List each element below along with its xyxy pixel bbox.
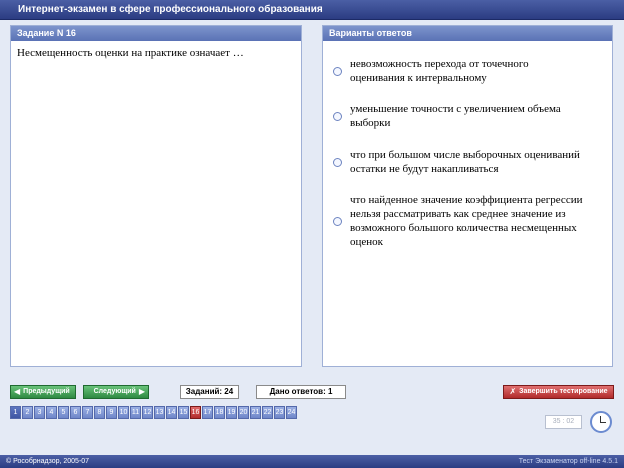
- answers-given-count: Дано ответов: 1: [256, 385, 346, 399]
- answer-option-4[interactable]: что найденное значение коэффициента регр…: [333, 193, 605, 249]
- page-item-22[interactable]: 22: [262, 406, 273, 419]
- answers-heading: Варианты ответов: [323, 26, 612, 41]
- page-item-24[interactable]: 24: [286, 406, 297, 419]
- question-text: Несмещенность оценки на практике означае…: [17, 47, 244, 59]
- answer-text: уменьшение точности с увеличением объема…: [350, 103, 561, 129]
- answer-option-3[interactable]: что при большом числе выборочных оценива…: [333, 148, 605, 176]
- arrow-right-icon: ▶: [138, 387, 145, 396]
- answer-text: что найденное значение коэффициента регр…: [350, 194, 583, 248]
- prev-button[interactable]: ◀ Предыдущий: [10, 385, 76, 399]
- radio-button[interactable]: [333, 111, 342, 121]
- page-item-21[interactable]: 21: [250, 406, 261, 419]
- answer-text: невозможность перехода от точечного оцен…: [350, 58, 529, 84]
- question-panel: Задание N 16 Несмещенность оценки на пра…: [10, 25, 302, 367]
- next-button[interactable]: Следующий ▶: [83, 385, 149, 399]
- page-item-12[interactable]: 12: [142, 406, 153, 419]
- answer-option-1[interactable]: невозможность перехода от точечного оцен…: [333, 57, 605, 85]
- page-item-18[interactable]: 18: [214, 406, 225, 419]
- footer: © Рособрнадзор, 2005-07 Тест Экзаменатор…: [0, 455, 624, 468]
- page-item-20[interactable]: 20: [238, 406, 249, 419]
- radio-button[interactable]: [333, 66, 342, 76]
- question-heading: Задание N 16: [11, 26, 301, 41]
- timer-display: 35 : 02: [545, 415, 582, 429]
- page-item-9[interactable]: 9: [106, 406, 117, 419]
- answer-option-2[interactable]: уменьшение точности с увеличением объема…: [333, 102, 605, 130]
- arrow-left-icon: ◀: [14, 387, 21, 396]
- radio-button[interactable]: [333, 157, 342, 167]
- page-item-16[interactable]: 16: [190, 406, 201, 419]
- page-item-23[interactable]: 23: [274, 406, 285, 419]
- finish-test-button[interactable]: ✗ Завершить тестирование: [503, 385, 614, 399]
- window-title: Интернет-экзамен в сфере профессионально…: [0, 0, 624, 20]
- page-item-5[interactable]: 5: [58, 406, 69, 419]
- page-item-3[interactable]: 3: [34, 406, 45, 419]
- page-item-11[interactable]: 11: [130, 406, 141, 419]
- page-item-2[interactable]: 2: [22, 406, 33, 419]
- page-item-13[interactable]: 13: [154, 406, 165, 419]
- tasks-count: Заданий: 24: [180, 385, 239, 399]
- page-item-17[interactable]: 17: [202, 406, 213, 419]
- version-text: Тест Экзаменатор off-line 4.5.1: [518, 458, 618, 465]
- question-pagination: 1 2 3 4 5 6 7 8 9 10 11 12 13 14 15 16 17 18 19 20 21 22 23 24: [10, 406, 298, 419]
- answers-panel: Варианты ответов невозможность перехода …: [322, 25, 613, 367]
- page-item-8[interactable]: 8: [94, 406, 105, 419]
- page-item-7[interactable]: 7: [82, 406, 93, 419]
- radio-button[interactable]: [333, 216, 342, 226]
- page-item-4[interactable]: 4: [46, 406, 57, 419]
- page-item-19[interactable]: 19: [226, 406, 237, 419]
- clock-icon: [590, 411, 612, 433]
- page-item-10[interactable]: 10: [118, 406, 129, 419]
- answer-text: что при большом числе выборочных оценива…: [350, 149, 580, 175]
- page-item-6[interactable]: 6: [70, 406, 81, 419]
- copyright-text: © Рособрнадзор, 2005-07: [6, 458, 90, 465]
- page-item-1[interactable]: 1: [10, 406, 21, 419]
- runner-icon: ✗: [509, 387, 517, 396]
- page-item-15[interactable]: 15: [178, 406, 189, 419]
- page-item-14[interactable]: 14: [166, 406, 177, 419]
